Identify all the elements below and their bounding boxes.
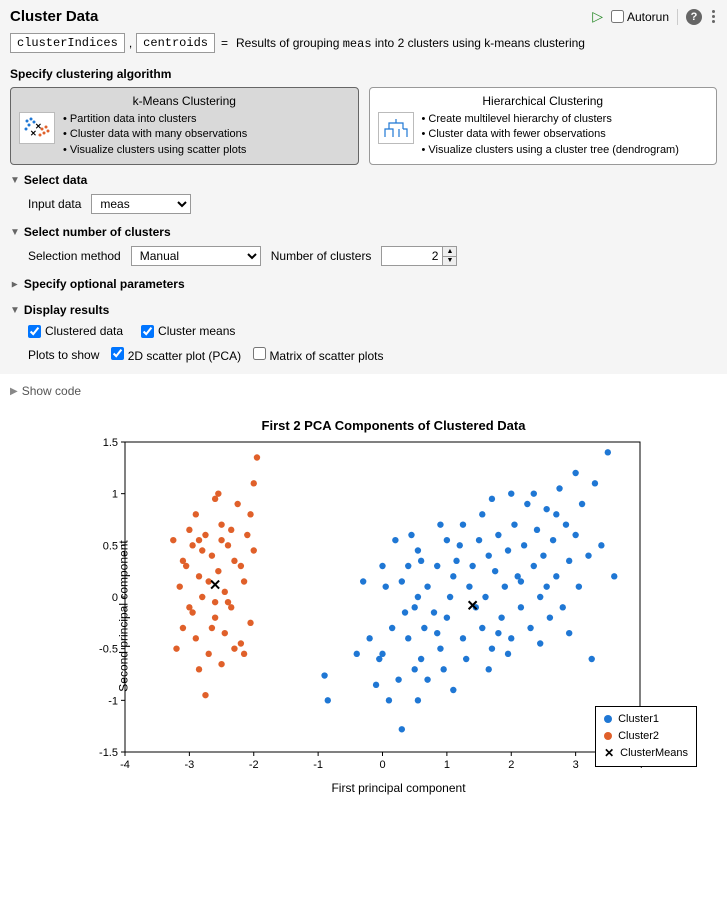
page-title: Cluster Data — [10, 8, 592, 25]
stepper-up-icon[interactable]: ▲ — [443, 247, 456, 257]
scatter-icon: ✕✕ — [19, 112, 55, 144]
cluster-means-checkbox[interactable]: Cluster means — [141, 324, 235, 338]
section-select-data[interactable]: ▼ Select data — [10, 165, 717, 191]
clustered-data-checkbox[interactable]: Clustered data — [28, 324, 123, 338]
svg-text:-1: -1 — [313, 759, 323, 771]
hier-bullet-3: Visualize clusters using a cluster tree … — [422, 143, 679, 158]
comma: , — [129, 36, 132, 50]
legend-means: ClusterMeans — [620, 745, 688, 762]
display-label: Display results — [24, 303, 109, 317]
svg-text:0.5: 0.5 — [103, 541, 118, 553]
svg-text:-3: -3 — [184, 759, 194, 771]
y-axis-label: Second principal component — [117, 540, 131, 691]
section-display[interactable]: ▼ Display results — [10, 295, 717, 321]
plot-pca-checkbox[interactable]: 2D scatter plot (PCA) — [111, 347, 241, 363]
menu-icon[interactable] — [710, 10, 717, 23]
chevron-down-icon: ▼ — [10, 227, 20, 238]
svg-text:-1: -1 — [108, 696, 118, 708]
hier-bullet-2: Cluster data with fewer observations — [422, 127, 679, 142]
kmeans-bullet-1: Partition data into clusters — [63, 112, 247, 127]
show-code-label: Show code — [22, 384, 81, 398]
plots-label: Plots to show — [28, 348, 99, 362]
algo-card-kmeans[interactable]: k-Means Clustering ✕✕ Partition data int… — [10, 87, 359, 165]
svg-text:-1.5: -1.5 — [99, 747, 118, 759]
section-select-clusters[interactable]: ▼ Select number of clusters — [10, 217, 717, 243]
output-var-1[interactable]: clusterIndices — [10, 33, 125, 53]
input-data-label: Input data — [28, 197, 81, 211]
selection-method-label: Selection method — [28, 249, 121, 263]
hier-bullet-1: Create multilevel hierarchy of clusters — [422, 112, 679, 127]
svg-text:-2: -2 — [249, 759, 259, 771]
num-clusters-stepper[interactable]: ▲ ▼ — [381, 246, 457, 266]
output-var-2[interactable]: centroids — [136, 33, 215, 53]
chevron-right-icon: ▼ — [9, 279, 20, 289]
svg-text:✕: ✕ — [35, 122, 42, 131]
plot-matrix-checkbox[interactable]: Matrix of scatter plots — [253, 347, 383, 363]
description: Results of grouping meas into 2 clusters… — [236, 36, 585, 51]
svg-text:-4: -4 — [120, 759, 130, 771]
num-clusters-label: Number of clusters — [271, 249, 372, 263]
autorun-input[interactable] — [611, 10, 624, 23]
svg-text:1: 1 — [112, 489, 118, 501]
x-marker-icon: ✕ — [604, 744, 614, 762]
legend-cluster2: Cluster2 — [618, 728, 659, 745]
scatter-plot: -4-3-2-101234-1.5-1-0.500.511.5 — [90, 437, 650, 777]
legend: Cluster1 Cluster2 ✕ ClusterMeans — [595, 706, 697, 767]
svg-text:0: 0 — [379, 759, 385, 771]
algo-kmeans-title: k-Means Clustering — [19, 94, 350, 108]
chevron-down-icon: ▼ — [10, 305, 20, 316]
chevron-down-icon: ▼ — [10, 175, 20, 186]
num-clusters-input[interactable] — [382, 247, 442, 265]
dendrogram-icon — [378, 112, 414, 144]
autorun-checkbox[interactable]: Autorun — [611, 10, 669, 24]
selection-method-select[interactable]: Manual — [131, 246, 261, 266]
equals: = — [221, 36, 228, 50]
algo-hier-title: Hierarchical Clustering — [378, 94, 709, 108]
chevron-right-icon: ▶ — [10, 386, 18, 397]
kmeans-bullet-3: Visualize clusters using scatter plots — [63, 143, 247, 158]
svg-text:1: 1 — [444, 759, 450, 771]
svg-text:2: 2 — [508, 759, 514, 771]
input-data-select[interactable]: meas — [91, 194, 191, 214]
x-axis-label: First principal component — [90, 781, 707, 795]
show-code-toggle[interactable]: ▶ Show code — [10, 384, 717, 398]
autorun-label: Autorun — [627, 10, 669, 24]
legend-cluster1: Cluster1 — [618, 711, 659, 728]
svg-text:-0.5: -0.5 — [99, 644, 118, 656]
svg-text:1.5: 1.5 — [103, 437, 118, 449]
chart-title: First 2 PCA Components of Clustered Data — [80, 418, 707, 433]
help-icon[interactable]: ? — [686, 9, 702, 25]
select-clusters-label: Select number of clusters — [24, 225, 171, 239]
svg-text:3: 3 — [573, 759, 579, 771]
optional-label: Specify optional parameters — [24, 277, 185, 291]
select-data-label: Select data — [24, 173, 87, 187]
section-optional[interactable]: ▼ Specify optional parameters — [10, 269, 717, 295]
divider — [677, 9, 678, 25]
stepper-down-icon[interactable]: ▼ — [443, 257, 456, 266]
run-icon[interactable]: ▷ — [592, 8, 603, 25]
kmeans-bullet-2: Cluster data with many observations — [63, 127, 247, 142]
algo-card-hierarchical[interactable]: Hierarchical Clustering Create multileve… — [369, 87, 718, 165]
algo-section-label: Specify clustering algorithm — [10, 61, 717, 87]
